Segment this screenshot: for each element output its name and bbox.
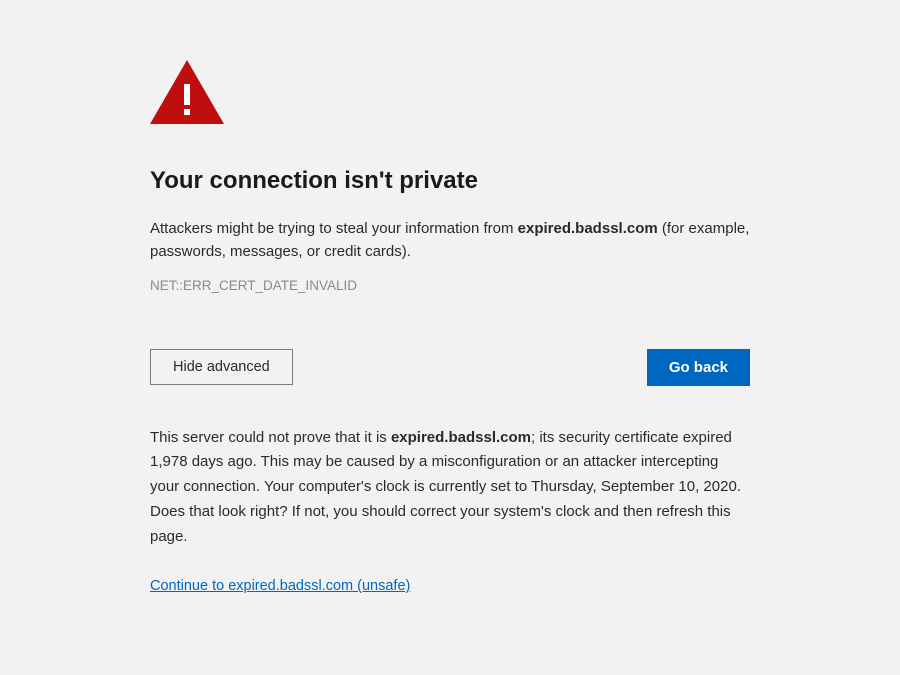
toggle-advanced-button[interactable]: Hide advanced [150, 349, 293, 385]
details-pre: This server could not prove that it is [150, 429, 391, 446]
security-error-page: Your connection isn't private Attackers … [0, 0, 900, 635]
go-back-button[interactable]: Go back [647, 349, 750, 386]
page-title: Your connection isn't private [150, 167, 750, 195]
description-host: expired.badssl.com [518, 220, 658, 237]
warning-icon [150, 60, 750, 129]
advanced-details: This server could not prove that it is e… [150, 426, 750, 550]
error-code: NET::ERR_CERT_DATE_INVALID [150, 278, 750, 293]
details-host: expired.badssl.com [391, 429, 531, 446]
continue-unsafe-link[interactable]: Continue to expired.badssl.com (unsafe) [150, 578, 410, 594]
button-row: Hide advanced Go back [150, 349, 750, 386]
description-pre: Attackers might be trying to steal your … [150, 220, 518, 237]
warning-description: Attackers might be trying to steal your … [150, 217, 750, 264]
